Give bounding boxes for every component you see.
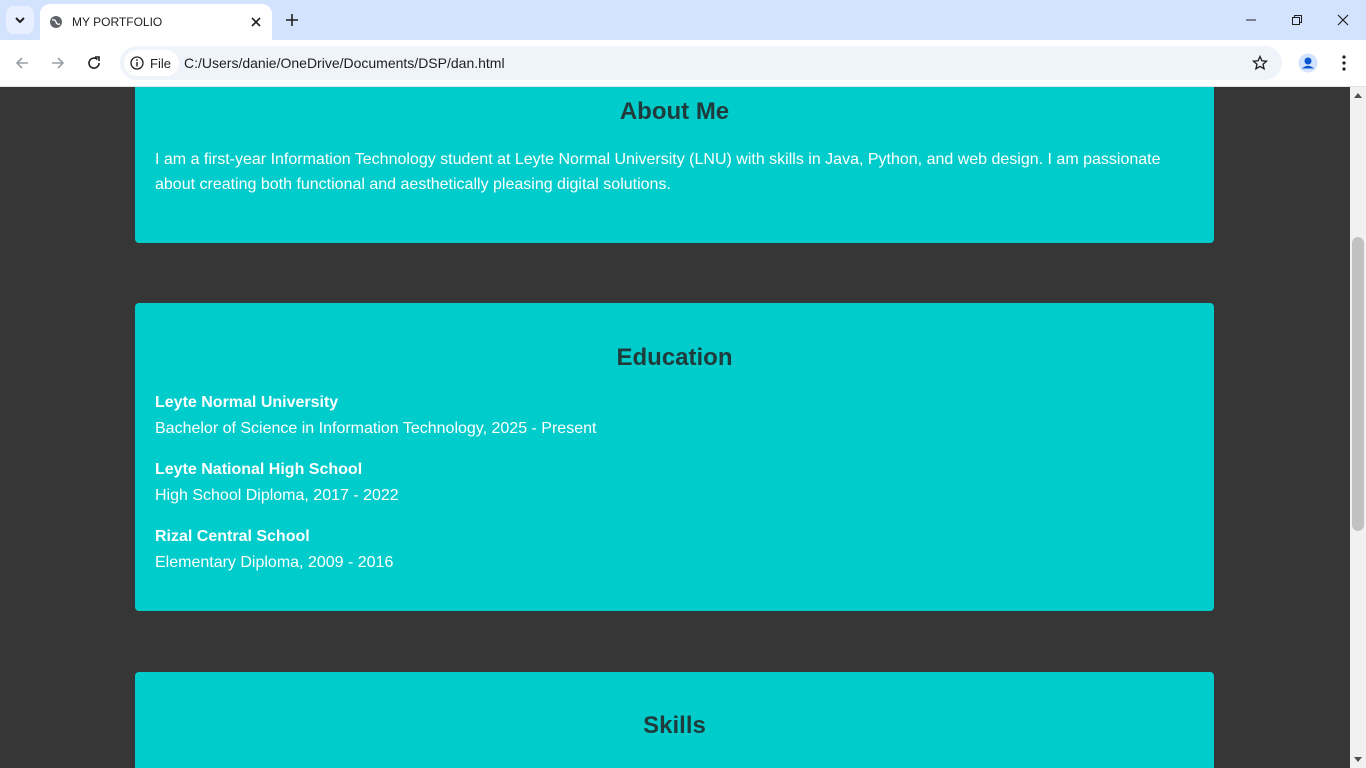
plus-icon xyxy=(286,14,298,26)
tab-search-button[interactable] xyxy=(6,6,34,34)
school-detail: Elementary Diploma, 2009 - 2016 xyxy=(155,554,394,571)
caret-down-icon xyxy=(1354,757,1362,762)
education-entry: Rizal Central School Elementary Diploma,… xyxy=(155,527,393,573)
about-me-card: About Me I am a first-year Information T… xyxy=(135,87,1214,243)
url-text[interactable]: C:/Users/danie/OneDrive/Documents/DSP/da… xyxy=(184,55,505,71)
more-vertical-icon xyxy=(1342,55,1346,71)
close-tab-icon[interactable] xyxy=(246,12,266,32)
arrow-right-icon xyxy=(52,57,65,69)
new-tab-button[interactable] xyxy=(280,8,304,32)
about-me-text: I am a first-year Information Technology… xyxy=(155,151,1161,193)
education-heading: Education xyxy=(616,344,733,371)
back-button[interactable] xyxy=(8,49,36,77)
chevron-down-icon xyxy=(15,17,25,24)
school-name: Leyte National High School xyxy=(155,461,363,478)
education-card: Education Leyte Normal University Bachel… xyxy=(135,303,1214,611)
globe-icon xyxy=(48,14,64,30)
browser-tab-bar: MY PORTFOLIO xyxy=(0,0,1366,40)
bookmark-button[interactable] xyxy=(1248,51,1272,75)
page-viewport: About Me I am a first-year Information T… xyxy=(0,87,1350,768)
scroll-thumb[interactable] xyxy=(1352,237,1364,531)
site-info-chip[interactable]: File xyxy=(124,50,179,76)
browser-menu-button[interactable] xyxy=(1330,49,1358,77)
avatar-icon xyxy=(1298,53,1318,73)
school-detail: Bachelor of Science in Information Techn… xyxy=(155,420,597,437)
address-bar[interactable]: File C:/Users/danie/OneDrive/Documents/D… xyxy=(120,46,1282,80)
skills-card: Skills xyxy=(135,672,1214,768)
caret-up-icon xyxy=(1354,93,1362,98)
tab-title: MY PORTFOLIO xyxy=(72,15,163,29)
minimize-icon xyxy=(1246,19,1256,21)
education-entry: Leyte National High School High School D… xyxy=(155,460,399,506)
reload-button[interactable] xyxy=(80,49,108,77)
arrow-left-icon xyxy=(15,57,28,69)
scroll-up-arrow[interactable] xyxy=(1350,87,1366,103)
page-scrollbar[interactable] xyxy=(1350,87,1366,768)
active-tab[interactable]: MY PORTFOLIO xyxy=(40,4,272,40)
close-window-button[interactable] xyxy=(1320,0,1366,40)
school-name: Leyte Normal University xyxy=(155,394,339,411)
skills-heading: Skills xyxy=(643,712,706,739)
close-icon xyxy=(1337,14,1349,26)
restore-button[interactable] xyxy=(1274,0,1320,40)
school-name: Rizal Central School xyxy=(155,528,310,545)
school-detail: High School Diploma, 2017 - 2022 xyxy=(155,487,399,504)
about-me-heading: About Me xyxy=(619,98,730,125)
info-icon xyxy=(130,56,144,70)
minimize-button[interactable] xyxy=(1228,0,1274,40)
education-entry: Leyte Normal University Bachelor of Scie… xyxy=(155,393,596,439)
restore-icon xyxy=(1292,15,1302,25)
star-icon xyxy=(1252,55,1268,71)
forward-button[interactable] xyxy=(44,49,72,77)
reload-icon xyxy=(88,56,100,69)
site-chip-label: File xyxy=(150,55,171,71)
scroll-down-arrow[interactable] xyxy=(1350,752,1366,768)
profile-button[interactable] xyxy=(1294,49,1322,77)
browser-toolbar: File C:/Users/danie/OneDrive/Documents/D… xyxy=(0,40,1366,87)
